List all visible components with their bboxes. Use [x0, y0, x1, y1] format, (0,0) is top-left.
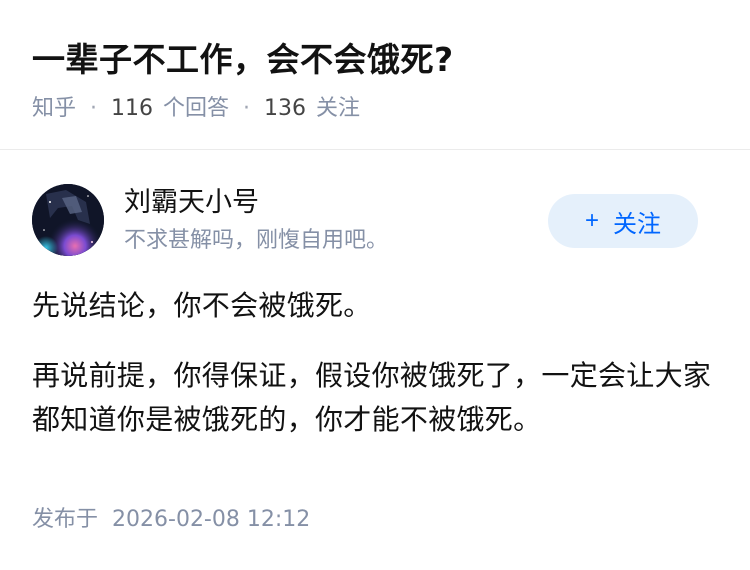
question-title[interactable]: 一辈子不工作，会不会饿死? — [32, 38, 454, 82]
author-bio: 不求甚解吗，刚愎自用吧。 — [124, 228, 389, 253]
answer-paragraph: 先说结论，你不会被饿死。 — [32, 289, 372, 322]
follower-count: 136 — [264, 96, 307, 121]
question-header: 一辈子不工作，会不会饿死? 知乎 · 116 个回答 · 136 关注 — [0, 0, 750, 150]
follow-button-label: 关注 — [613, 210, 661, 238]
answer-count-label[interactable]: 个回答 — [163, 93, 229, 125]
plus-icon: + — [584, 207, 599, 234]
answer-count: 116 — [111, 96, 154, 121]
meta-separator: · — [243, 96, 251, 121]
author-name[interactable]: 刘霸天小号 — [124, 184, 259, 222]
published-date: 2026-02-08 12:12 — [112, 507, 311, 532]
published-label: 发布于 — [32, 507, 99, 532]
answer-content: 先说结论，你不会被饿死。 再说前提，你得保证，假设你被饿死了，一定会让大家都知道… — [32, 284, 718, 468]
avatar[interactable] — [32, 184, 104, 256]
publish-info: 发布于 2026-02-08 12:12 — [32, 504, 310, 536]
question-meta: 知乎 · 116 个回答 · 136 关注 — [32, 93, 360, 125]
author-info: 刘霸天小号 不求甚解吗，刚愎自用吧。 + 关注 — [32, 184, 718, 260]
meta-separator: · — [90, 96, 98, 121]
follower-count-label[interactable]: 关注 — [316, 93, 360, 125]
follow-button[interactable]: + 关注 — [548, 194, 698, 248]
answer-paragraph: 再说前提，你得保证，假设你被饿死了，一定会让大家都知道你是被饿死的，你才能不被饿… — [32, 359, 712, 436]
source-label[interactable]: 知乎 — [32, 93, 76, 125]
